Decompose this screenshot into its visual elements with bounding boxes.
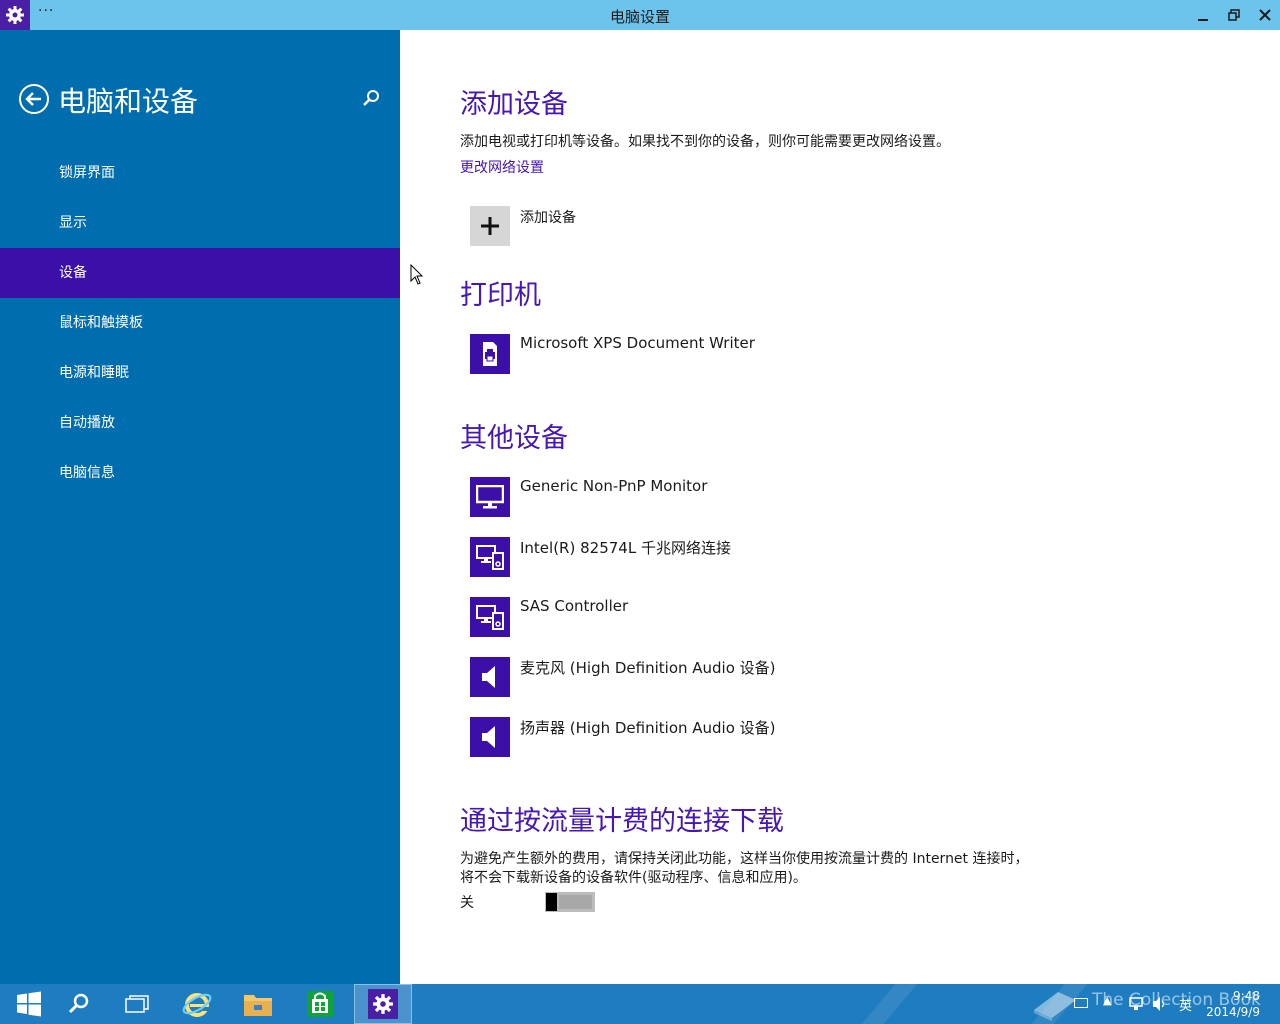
device-item[interactable]: Intel(R) 82574L 千兆网络连接 [470,537,1170,577]
sidebar-nav: 锁屏界面 显示 设备 鼠标和触摸板 电源和睡眠 自动播放 电脑信息 [0,148,400,498]
metered-toggle-state: 关 [460,895,474,911]
network-icon[interactable] [1128,996,1144,1012]
toggle-track [559,895,592,909]
other-devices-heading: 其他设备 [460,423,568,454]
sidebar-item-pc-info[interactable]: 电脑信息 [0,448,400,498]
device-item[interactable]: 扬声器 (High Definition Audio 设备) [470,717,1170,757]
action-center-icon[interactable] [1074,998,1088,1008]
device-item[interactable]: Microsoft XPS Document Writer [470,334,1170,374]
task-view-button[interactable] [108,984,166,1024]
close-icon [1259,9,1271,21]
back-arrow-icon [19,84,49,114]
sidebar-item-mouse-touchpad[interactable]: 鼠标和触摸板 [0,298,400,348]
restore-button[interactable] [1219,0,1249,30]
device-item[interactable]: Generic Non-PnP Monitor [470,477,1170,517]
taskbar: The Collection Book ▲ 英 9:48 2014/9/9 [0,984,1280,1024]
search-button[interactable] [360,88,382,110]
sidebar-item-autoplay[interactable]: 自动播放 [0,398,400,448]
device-name: 扬声器 (High Definition Audio 设备) [520,719,776,737]
store-button[interactable] [291,984,349,1024]
change-network-settings-link[interactable]: 更改网络设置 [460,157,544,177]
title-bar: ··· 电脑设置 [0,0,1280,30]
pc-settings-taskbar-button[interactable] [354,984,412,1024]
close-button[interactable] [1250,0,1280,30]
device-name: 麦克风 (High Definition Audio 设备) [520,659,776,677]
device-item[interactable]: 麦克风 (High Definition Audio 设备) [470,657,1170,697]
device-name: Microsoft XPS Document Writer [520,334,755,352]
main-content: 添加设备 添加电视或打印机等设备。如果找不到你的设备，则你可能需要更改网络设置。… [400,30,1280,984]
taskbar-decoration [844,984,918,1024]
add-devices-heading: 添加设备 [460,89,568,120]
printer-icon [470,334,510,374]
speaker-icon [470,717,510,757]
search-icon [363,90,379,106]
sidebar-title: 电脑和设备 [58,85,199,118]
clock[interactable]: 9:48 2014/9/9 [1206,988,1260,1020]
minimize-icon [1198,19,1208,21]
device-name: Generic Non-PnP Monitor [520,477,708,495]
minimize-button[interactable] [1188,0,1218,30]
book-watermark-icon [1034,992,1076,1021]
settings-app-icon [368,989,398,1019]
add-devices-description: 添加电视或打印机等设备。如果找不到你的设备，则你可能需要更改网络设置。 [460,134,950,150]
back-button[interactable] [18,83,50,115]
search-icon [68,993,89,1014]
sidebar-item-power-sleep[interactable]: 电源和睡眠 [0,348,400,398]
printers-heading: 打印机 [460,280,541,311]
metered-description-line2: 将不会下载新设备的设备软件(驱动程序、信息和应用)。 [460,870,807,886]
windows-logo-icon [17,991,41,1017]
sidebar-item-devices[interactable]: 设备 [0,248,400,298]
store-icon [307,991,333,1017]
monitor-icon [470,477,510,517]
toggle-thumb[interactable] [546,893,557,911]
mouse-cursor-icon [410,264,424,285]
internet-explorer-button[interactable] [168,984,226,1024]
gear-icon [373,994,393,1014]
task-view-icon [125,995,149,1013]
add-device-label: 添加设备 [520,210,576,226]
sidebar-item-lock-screen[interactable]: 锁屏界面 [0,148,400,198]
internet-explorer-icon [182,993,212,1017]
restore-icon [1228,9,1240,21]
sidebar: 电脑和设备 锁屏界面 显示 设备 鼠标和触摸板 电源和睡眠 自动播放 电脑信息 [0,30,400,984]
clock-date: 2014/9/9 [1206,1005,1260,1019]
folder-icon [244,995,272,1016]
volume-icon[interactable] [1152,996,1168,1012]
device-name: SAS Controller [520,597,629,615]
file-explorer-button[interactable] [229,984,287,1024]
device-item[interactable]: SAS Controller [470,597,1170,637]
speaker-icon [470,657,510,697]
device-name: Intel(R) 82574L 千兆网络连接 [520,539,731,557]
window-title: 电脑设置 [609,8,670,26]
metered-download-toggle[interactable] [545,892,595,912]
metered-heading: 通过按流量计费的连接下载 [460,806,784,837]
plus-icon [470,206,510,246]
taskbar-search-button[interactable] [50,984,108,1024]
devices-icon [470,537,510,577]
add-device-button[interactable]: 添加设备 [470,206,1170,246]
sidebar-item-display[interactable]: 显示 [0,198,400,248]
input-method-indicator[interactable]: 英 [1179,995,1192,1014]
show-hidden-icons-icon[interactable]: ▲ [1103,994,1111,1007]
clock-time: 9:48 [1233,989,1260,1003]
metered-description-line1: 为避免产生额外的费用，请保持关闭此功能，这样当你使用按流量计费的 Interne… [460,851,1029,867]
devices-icon [470,597,510,637]
